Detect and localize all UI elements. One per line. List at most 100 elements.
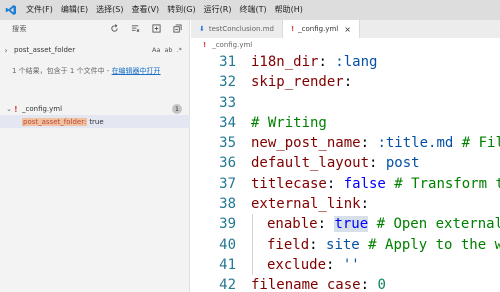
- code-token: enable: [267, 216, 318, 233]
- code-token: :: [326, 256, 343, 273]
- code-token: titlecase: [251, 175, 327, 192]
- line-number: 38: [219, 196, 236, 213]
- code-text: enable: true # Open external: [267, 214, 500, 234]
- code-text: filename_case: 0: [251, 275, 386, 292]
- code-text: new_post_name: :title.md # File: [251, 133, 500, 153]
- code-text: external_link:: [251, 194, 369, 214]
- vscode-logo-icon: [0, 0, 22, 20]
- code-editor[interactable]: 31 i18n_dir: :lang 32 skip_render: 33 34 # Wri…: [191, 52, 500, 292]
- code-line[interactable]: 33: [191, 93, 500, 113]
- match-case-toggle[interactable]: Aa: [152, 46, 160, 54]
- match-whole-word-toggle[interactable]: ab: [164, 46, 172, 54]
- code-token: new_post_name: [251, 135, 361, 152]
- menu-edit[interactable]: 编辑(E): [57, 0, 92, 20]
- match-highlight: post_asset_folder:: [22, 117, 88, 126]
- code-line[interactable]: 38 external_link:: [191, 194, 500, 214]
- result-file-row[interactable]: ⌄ ! _config.yml 1: [0, 102, 190, 116]
- search-row: › Aa ab .*: [0, 42, 190, 58]
- sidebar-title: 搜索: [12, 25, 27, 33]
- chevron-down-icon[interactable]: ⌄: [0, 105, 14, 113]
- menu-selection[interactable]: 选择(S): [92, 0, 127, 20]
- code-token: exclude: [267, 256, 327, 273]
- code-line[interactable]: 35 new_post_name: :title.md # File: [191, 133, 500, 153]
- new-search-editor-icon[interactable]: [151, 23, 162, 34]
- line-number: 34: [219, 114, 236, 131]
- indent-guide: [252, 234, 253, 255]
- line-number: 32: [219, 74, 236, 91]
- code-text: field: site # Apply to the wh: [267, 235, 500, 255]
- code-token: post: [385, 155, 420, 172]
- indent-guide: [252, 254, 253, 276]
- line-number: 37: [219, 175, 236, 192]
- code-token: 0: [377, 277, 386, 292]
- code-token: i18n_dir: [251, 54, 319, 70]
- clear-results-icon[interactable]: [130, 23, 141, 34]
- code-token: :: [360, 277, 378, 292]
- code-token: :: [309, 236, 327, 253]
- close-icon[interactable]: ×: [344, 25, 351, 34]
- indent-guide: [252, 214, 253, 235]
- yaml-icon: !: [203, 41, 207, 49]
- code-line[interactable]: 36 default_layout: post: [191, 153, 500, 173]
- refresh-icon[interactable]: [109, 23, 120, 34]
- line-number: 35: [219, 135, 236, 152]
- regex-toggle[interactable]: .*: [177, 46, 182, 54]
- code-token: :: [369, 155, 386, 172]
- menu-view[interactable]: 查看(V): [127, 0, 163, 20]
- menu-help[interactable]: 帮助(H): [271, 0, 307, 20]
- code-line[interactable]: 42 filename_case: 0: [191, 275, 500, 292]
- code-token: :: [326, 175, 344, 192]
- code-token: # Apply to the wh: [359, 236, 500, 253]
- sidebar-header: 搜索: [0, 20, 189, 38]
- code-token: '': [342, 256, 360, 273]
- code-text: default_layout: post: [251, 153, 420, 173]
- code-token: :: [343, 74, 353, 91]
- line-number: 33: [219, 94, 236, 111]
- line-number: 41: [219, 256, 236, 273]
- code-line[interactable]: 34 # Writing: [191, 113, 500, 133]
- code-line[interactable]: 31 i18n_dir: :lang: [191, 52, 500, 72]
- line-number: 42: [219, 277, 236, 292]
- match-rest: true: [89, 117, 104, 126]
- code-token: default_layout: [251, 155, 370, 172]
- menu-bar: 文件(F) 编辑(E) 选择(S) 查看(V) 转到(G) 运行(R) 终端(T…: [0, 0, 500, 20]
- result-file-name: _config.yml: [22, 105, 63, 113]
- tab-testconclusion[interactable]: ⬇ testConclusion.md: [191, 20, 283, 38]
- code-text: i18n_dir: :lang: [251, 52, 377, 72]
- code-text: skip_render:: [251, 72, 352, 92]
- code-token: site: [326, 236, 360, 253]
- code-token: # File: [461, 135, 500, 152]
- breadcrumb: ! _config.yml: [191, 38, 500, 52]
- menu-run[interactable]: 运行(R): [200, 0, 236, 20]
- code-token: :: [317, 216, 335, 233]
- result-match-row[interactable]: post_asset_folder: true: [0, 115, 190, 128]
- code-line[interactable]: 37 titlecase: false # Transform ti: [191, 174, 500, 194]
- menu-go[interactable]: 转到(G): [163, 0, 199, 20]
- markdown-icon: ⬇: [199, 25, 205, 33]
- code-token: # Transform ti: [385, 175, 500, 192]
- result-count-badge: 1: [172, 104, 182, 114]
- editor-tab-bar: ⬇ testConclusion.md ! _config.yml ×: [191, 20, 500, 38]
- breadcrumb-file[interactable]: _config.yml: [212, 41, 252, 49]
- code-line[interactable]: 39 enable: true # Open external: [191, 214, 500, 235]
- code-text: exclude: '': [267, 255, 360, 275]
- menu-terminal[interactable]: 终端(T): [235, 0, 270, 20]
- code-text: # Writing: [251, 113, 327, 133]
- code-line[interactable]: 32 skip_render:: [191, 72, 500, 92]
- chevron-right-icon[interactable]: ›: [0, 46, 12, 55]
- code-token: false: [343, 175, 386, 192]
- code-token: :: [318, 54, 336, 70]
- tab-label: _config.yml: [298, 25, 339, 33]
- code-line[interactable]: 41 exclude: '': [191, 254, 500, 276]
- code-line[interactable]: 40 field: site # Apply to the wh: [191, 234, 500, 255]
- code-token: :: [360, 196, 370, 213]
- menu-file[interactable]: 文件(F): [22, 0, 57, 20]
- collapse-all-icon[interactable]: [172, 23, 183, 34]
- open-in-editor-link[interactable]: 在编辑器中打开: [112, 67, 161, 75]
- yaml-icon: !: [14, 104, 18, 114]
- search-sidebar: 搜索 › Aa ab .* 1 个结果，包含于 1 个文件中 - 在编辑器中打开: [0, 20, 190, 292]
- code-token: true: [334, 216, 369, 233]
- search-input[interactable]: [12, 43, 150, 57]
- line-number: 31: [219, 54, 236, 70]
- tab-config-yml[interactable]: ! _config.yml ×: [282, 20, 360, 38]
